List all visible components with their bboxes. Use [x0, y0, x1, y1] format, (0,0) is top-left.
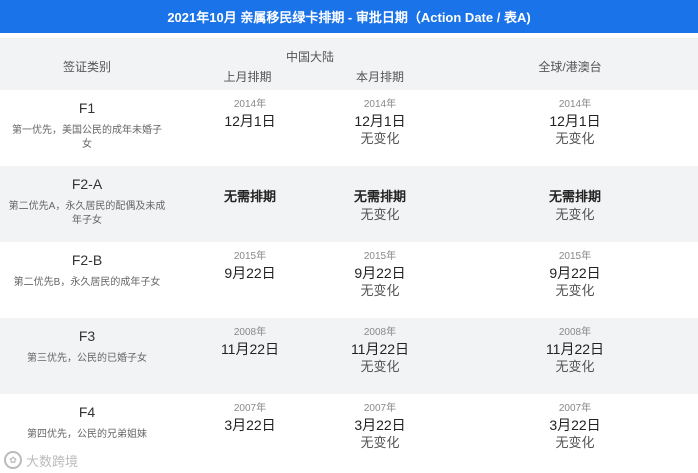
date-value: 12月1日: [354, 113, 406, 129]
header-category: 签证类别: [62, 60, 111, 74]
category-cell: F2-B 第二优先B，永久居民的成年子女: [0, 242, 174, 318]
year-label: 2015年: [558, 251, 592, 262]
header-mainland: 中国大陆: [285, 50, 334, 64]
year-label: 2015年: [363, 251, 397, 262]
prev-month-cell: 2007年 3月22日: [205, 402, 295, 434]
table-row: F4 第四优先，公民的兄弟姐妹 2007年 3月22日 2007年 3月22日 …: [0, 394, 698, 470]
curr-month-cell: 2008年 11月22日 无变化: [335, 326, 425, 376]
category-desc: 第一优先，美国公民的成年未婚子女: [12, 125, 162, 150]
date-value: 3月22日: [354, 417, 406, 433]
category-desc: 第二优先A，永久居民的配偶及未成年子女: [8, 201, 166, 226]
category-name: F4: [78, 404, 96, 420]
year-label: 2008年: [233, 327, 267, 338]
year-label: 2007年: [363, 403, 397, 414]
global-cell: 2007年 3月22日 无变化: [530, 402, 620, 452]
date-value: 11月22日: [545, 341, 605, 357]
date-value: 9月22日: [354, 265, 406, 281]
change-note: 无变化: [360, 283, 400, 298]
change-note: 无变化: [555, 131, 595, 146]
change-note: 无变化: [555, 207, 595, 222]
logo-icon: ✿: [4, 451, 22, 469]
date-value: 9月22日: [549, 265, 601, 281]
change-note: 无变化: [555, 435, 595, 450]
global-cell: 2008年 11月22日 无变化: [530, 326, 620, 376]
category-cell: F1 第一优先，美国公民的成年未婚子女: [0, 90, 174, 166]
prev-month-cell: 无需排期: [205, 174, 295, 206]
category-desc: 第四优先，公民的兄弟姐妹: [27, 429, 147, 440]
global-cell: 无需排期 无变化: [530, 174, 620, 224]
page-title: 2021年10月 亲属移民绿卡排期 - 审批日期（Action Date / 表…: [0, 0, 698, 33]
global-cell: 2015年 9月22日 无变化: [530, 250, 620, 300]
category-name: F3: [78, 328, 96, 344]
category-name: F2-A: [71, 176, 103, 192]
category-cell: F2-A 第二优先A，永久居民的配偶及未成年子女: [0, 166, 174, 242]
date-value: 9月22日: [224, 265, 276, 281]
table-row: F2-B 第二优先B，永久居民的成年子女 2015年 9月22日 2015年 9…: [0, 242, 698, 318]
status-value: 无需排期: [548, 189, 601, 204]
year-label: 2007年: [233, 403, 267, 414]
change-note: 无变化: [555, 283, 595, 298]
year-label: 2008年: [558, 327, 592, 338]
date-value: 12月1日: [549, 113, 601, 129]
change-note: 无变化: [360, 359, 400, 374]
table-header: 签证类别 中国大陆 上月排期 本月排期 全球/港澳台: [0, 38, 698, 90]
date-value: 12月1日: [224, 113, 276, 129]
status-value: 无需排期: [223, 189, 276, 204]
year-label: 2014年: [233, 99, 267, 110]
date-value: 3月22日: [549, 417, 601, 433]
change-note: 无变化: [555, 359, 595, 374]
header-global: 全球/港澳台: [538, 60, 602, 74]
date-value: 11月22日: [220, 341, 280, 357]
category-name: F1: [78, 100, 96, 116]
category-cell: F3 第三优先，公民的已婚子女: [0, 318, 174, 394]
curr-month-cell: 2007年 3月22日 无变化: [335, 402, 425, 452]
curr-month-cell: 无需排期 无变化: [335, 174, 425, 224]
watermark-text: 大数跨境: [26, 453, 79, 469]
year-label: 2007年: [558, 403, 592, 414]
year-label: 2008年: [363, 327, 397, 338]
table-row: F2-A 第二优先A，永久居民的配偶及未成年子女 无需排期 无需排期 无变化 无…: [0, 166, 698, 242]
global-cell: 2014年 12月1日 无变化: [530, 98, 620, 148]
date-value: 3月22日: [224, 417, 276, 433]
curr-month-cell: 2014年 12月1日 无变化: [335, 98, 425, 148]
prev-month-cell: 2015年 9月22日: [205, 250, 295, 282]
header-prev-month: 上月排期: [223, 70, 272, 84]
change-note: 无变化: [360, 131, 400, 146]
year-label: 2014年: [363, 99, 397, 110]
year-label: 2014年: [558, 99, 592, 110]
prev-month-cell: 2014年 12月1日: [205, 98, 295, 130]
category-desc: 第三优先，公民的已婚子女: [27, 353, 147, 364]
prev-month-cell: 2008年 11月22日: [205, 326, 295, 358]
change-note: 无变化: [360, 207, 400, 222]
header-curr-month: 本月排期: [355, 70, 404, 84]
category-name: F2-B: [71, 252, 103, 268]
category-desc: 第二优先B，永久居民的成年子女: [13, 277, 161, 288]
curr-month-cell: 2015年 9月22日 无变化: [335, 250, 425, 300]
table-row: F3 第三优先，公民的已婚子女 2008年 11月22日 2008年 11月22…: [0, 318, 698, 394]
date-value: 11月22日: [350, 341, 410, 357]
table-row: F1 第一优先，美国公民的成年未婚子女 2014年 12月1日 2014年 12…: [0, 90, 698, 166]
change-note: 无变化: [360, 435, 400, 450]
year-label: 2015年: [233, 251, 267, 262]
status-value: 无需排期: [353, 189, 406, 204]
watermark: ✿ 大数跨境: [4, 450, 78, 470]
